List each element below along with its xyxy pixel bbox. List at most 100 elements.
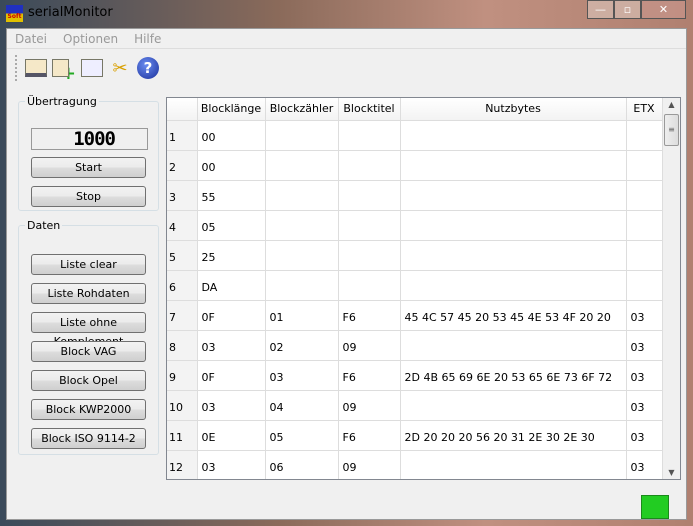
row-header[interactable]: 3 [167,180,198,211]
liste-ohne-komplement-button[interactable]: Liste ohne Komplement [31,312,146,348]
column-header[interactable]: Nutzbytes [400,98,627,121]
table-cell[interactable]: 00 [197,150,266,181]
table-row[interactable]: 8 03 02 09 03 [167,330,663,361]
table-cell[interactable] [400,120,627,151]
table-cell[interactable] [400,270,627,301]
table-cell[interactable] [338,180,401,211]
table-cell[interactable] [400,330,627,361]
menu-datei[interactable]: Datei [7,29,55,48]
row-header[interactable]: 8 [167,330,198,361]
table-cell[interactable] [338,270,401,301]
table-cell[interactable]: 06 [265,450,339,479]
stop-button[interactable]: Stop [31,186,146,207]
table-cell[interactable]: 09 [338,330,401,361]
row-header[interactable]: 2 [167,150,198,181]
table-cell[interactable]: F6 [338,300,401,331]
table-cell[interactable] [265,150,339,181]
scroll-thumb[interactable]: ≡ [664,114,679,146]
table-cell[interactable]: 01 [265,300,339,331]
table-cell[interactable]: 03 [197,330,266,361]
table-cell[interactable] [265,120,339,151]
row-header[interactable]: 9 [167,360,198,391]
table-cell[interactable]: 2D 20 20 20 56 20 31 2E 30 2E 30 [400,420,627,451]
table-cell[interactable] [626,210,663,241]
table-cell[interactable] [265,270,339,301]
row-header[interactable]: 12 [167,450,198,479]
minimize-button[interactable]: — [587,0,614,19]
table-cell[interactable]: 03 [626,330,663,361]
liste-rohdaten-button[interactable]: Liste Rohdaten [31,283,146,304]
table-cell[interactable] [400,210,627,241]
table-add-icon[interactable]: + [52,56,76,84]
table-row[interactable]: 6 DA [167,270,663,301]
table-cell[interactable]: 03 [626,390,663,421]
column-header[interactable]: ETX [626,98,663,121]
block-kwp2000-button[interactable]: Block KWP2000 [31,399,146,420]
row-header[interactable]: 5 [167,240,198,271]
column-header[interactable]: Blocklänge [197,98,266,121]
table-cell[interactable]: 25 [197,240,266,271]
table-cell[interactable]: 03 [197,390,266,421]
liste-clear-button[interactable]: Liste clear [31,254,146,275]
table-cell[interactable] [626,120,663,151]
table-cell[interactable]: DA [197,270,266,301]
table-cell[interactable]: F6 [338,420,401,451]
block-iso-button[interactable]: Block ISO 9114-2 [31,428,146,449]
table-cell[interactable]: 09 [338,390,401,421]
table-cell[interactable]: 2D 4B 65 69 6E 20 53 65 6E 73 6F 72 [400,360,627,391]
help-icon[interactable]: ? [136,56,160,80]
table-row[interactable]: 3 55 [167,180,663,211]
table-cell[interactable] [400,390,627,421]
table-cell[interactable] [400,240,627,271]
menu-optionen[interactable]: Optionen [55,29,126,48]
table-row[interactable]: 7 0F 01 F6 45 4C 57 45 20 53 45 4E 53 4F 20 … [167,300,663,331]
report-icon[interactable] [80,56,104,80]
table-row[interactable]: 4 05 [167,210,663,241]
scroll-down-arrow-icon[interactable]: ▼ [663,468,680,477]
row-header[interactable]: 1 [167,120,198,151]
table-cell[interactable] [265,210,339,241]
vertical-scrollbar[interactable]: ▲ ≡ ▼ [662,98,680,479]
row-header[interactable]: 11 [167,420,198,451]
table-cell[interactable]: 03 [626,300,663,331]
table-cell[interactable]: 09 [338,450,401,479]
block-opel-button[interactable]: Block Opel [31,370,146,391]
table-cell[interactable]: 02 [265,330,339,361]
table-cell[interactable] [338,150,401,181]
table-cell[interactable]: 03 [197,450,266,479]
table-cell[interactable] [400,180,627,211]
close-button[interactable]: ✕ [641,0,686,19]
table-row[interactable]: 11 0E 05 F6 2D 20 20 20 56 20 31 2E 30 2E 30… [167,420,663,451]
table-cell[interactable] [400,150,627,181]
column-header[interactable]: Blockzähler [265,98,339,121]
table-row[interactable]: 2 00 [167,150,663,181]
row-header[interactable]: 6 [167,270,198,301]
table-cell[interactable]: 03 [626,360,663,391]
table-cell[interactable]: 0F [197,300,266,331]
table-cell[interactable]: 03 [626,450,663,479]
table-cell[interactable]: 05 [197,210,266,241]
table-cell[interactable] [338,120,401,151]
table-cell[interactable] [626,240,663,271]
table-row[interactable]: 1 00 [167,120,663,151]
block-vag-button[interactable]: Block VAG [31,341,146,362]
table-cell[interactable]: 45 4C 57 45 20 53 45 4E 53 4F 20 20 [400,300,627,331]
row-header[interactable]: 10 [167,390,198,421]
table-cell[interactable]: 00 [197,120,266,151]
table-cell[interactable]: 03 [626,420,663,451]
toolbar-grip[interactable] [15,55,18,81]
menu-hilfe[interactable]: Hilfe [126,29,169,48]
table-cell[interactable]: 05 [265,420,339,451]
table-cell[interactable] [626,270,663,301]
table-cell[interactable] [338,210,401,241]
column-header[interactable] [167,98,198,121]
table-row[interactable]: 5 25 [167,240,663,271]
table-cell[interactable]: 0E [197,420,266,451]
table-cell[interactable] [265,240,339,271]
table-cell[interactable] [338,240,401,271]
column-header[interactable]: Blocktitel [338,98,401,121]
row-header[interactable]: 4 [167,210,198,241]
table-save-icon[interactable] [24,56,48,80]
maximize-button[interactable]: ▫ [614,0,641,19]
table-cell[interactable]: 55 [197,180,266,211]
